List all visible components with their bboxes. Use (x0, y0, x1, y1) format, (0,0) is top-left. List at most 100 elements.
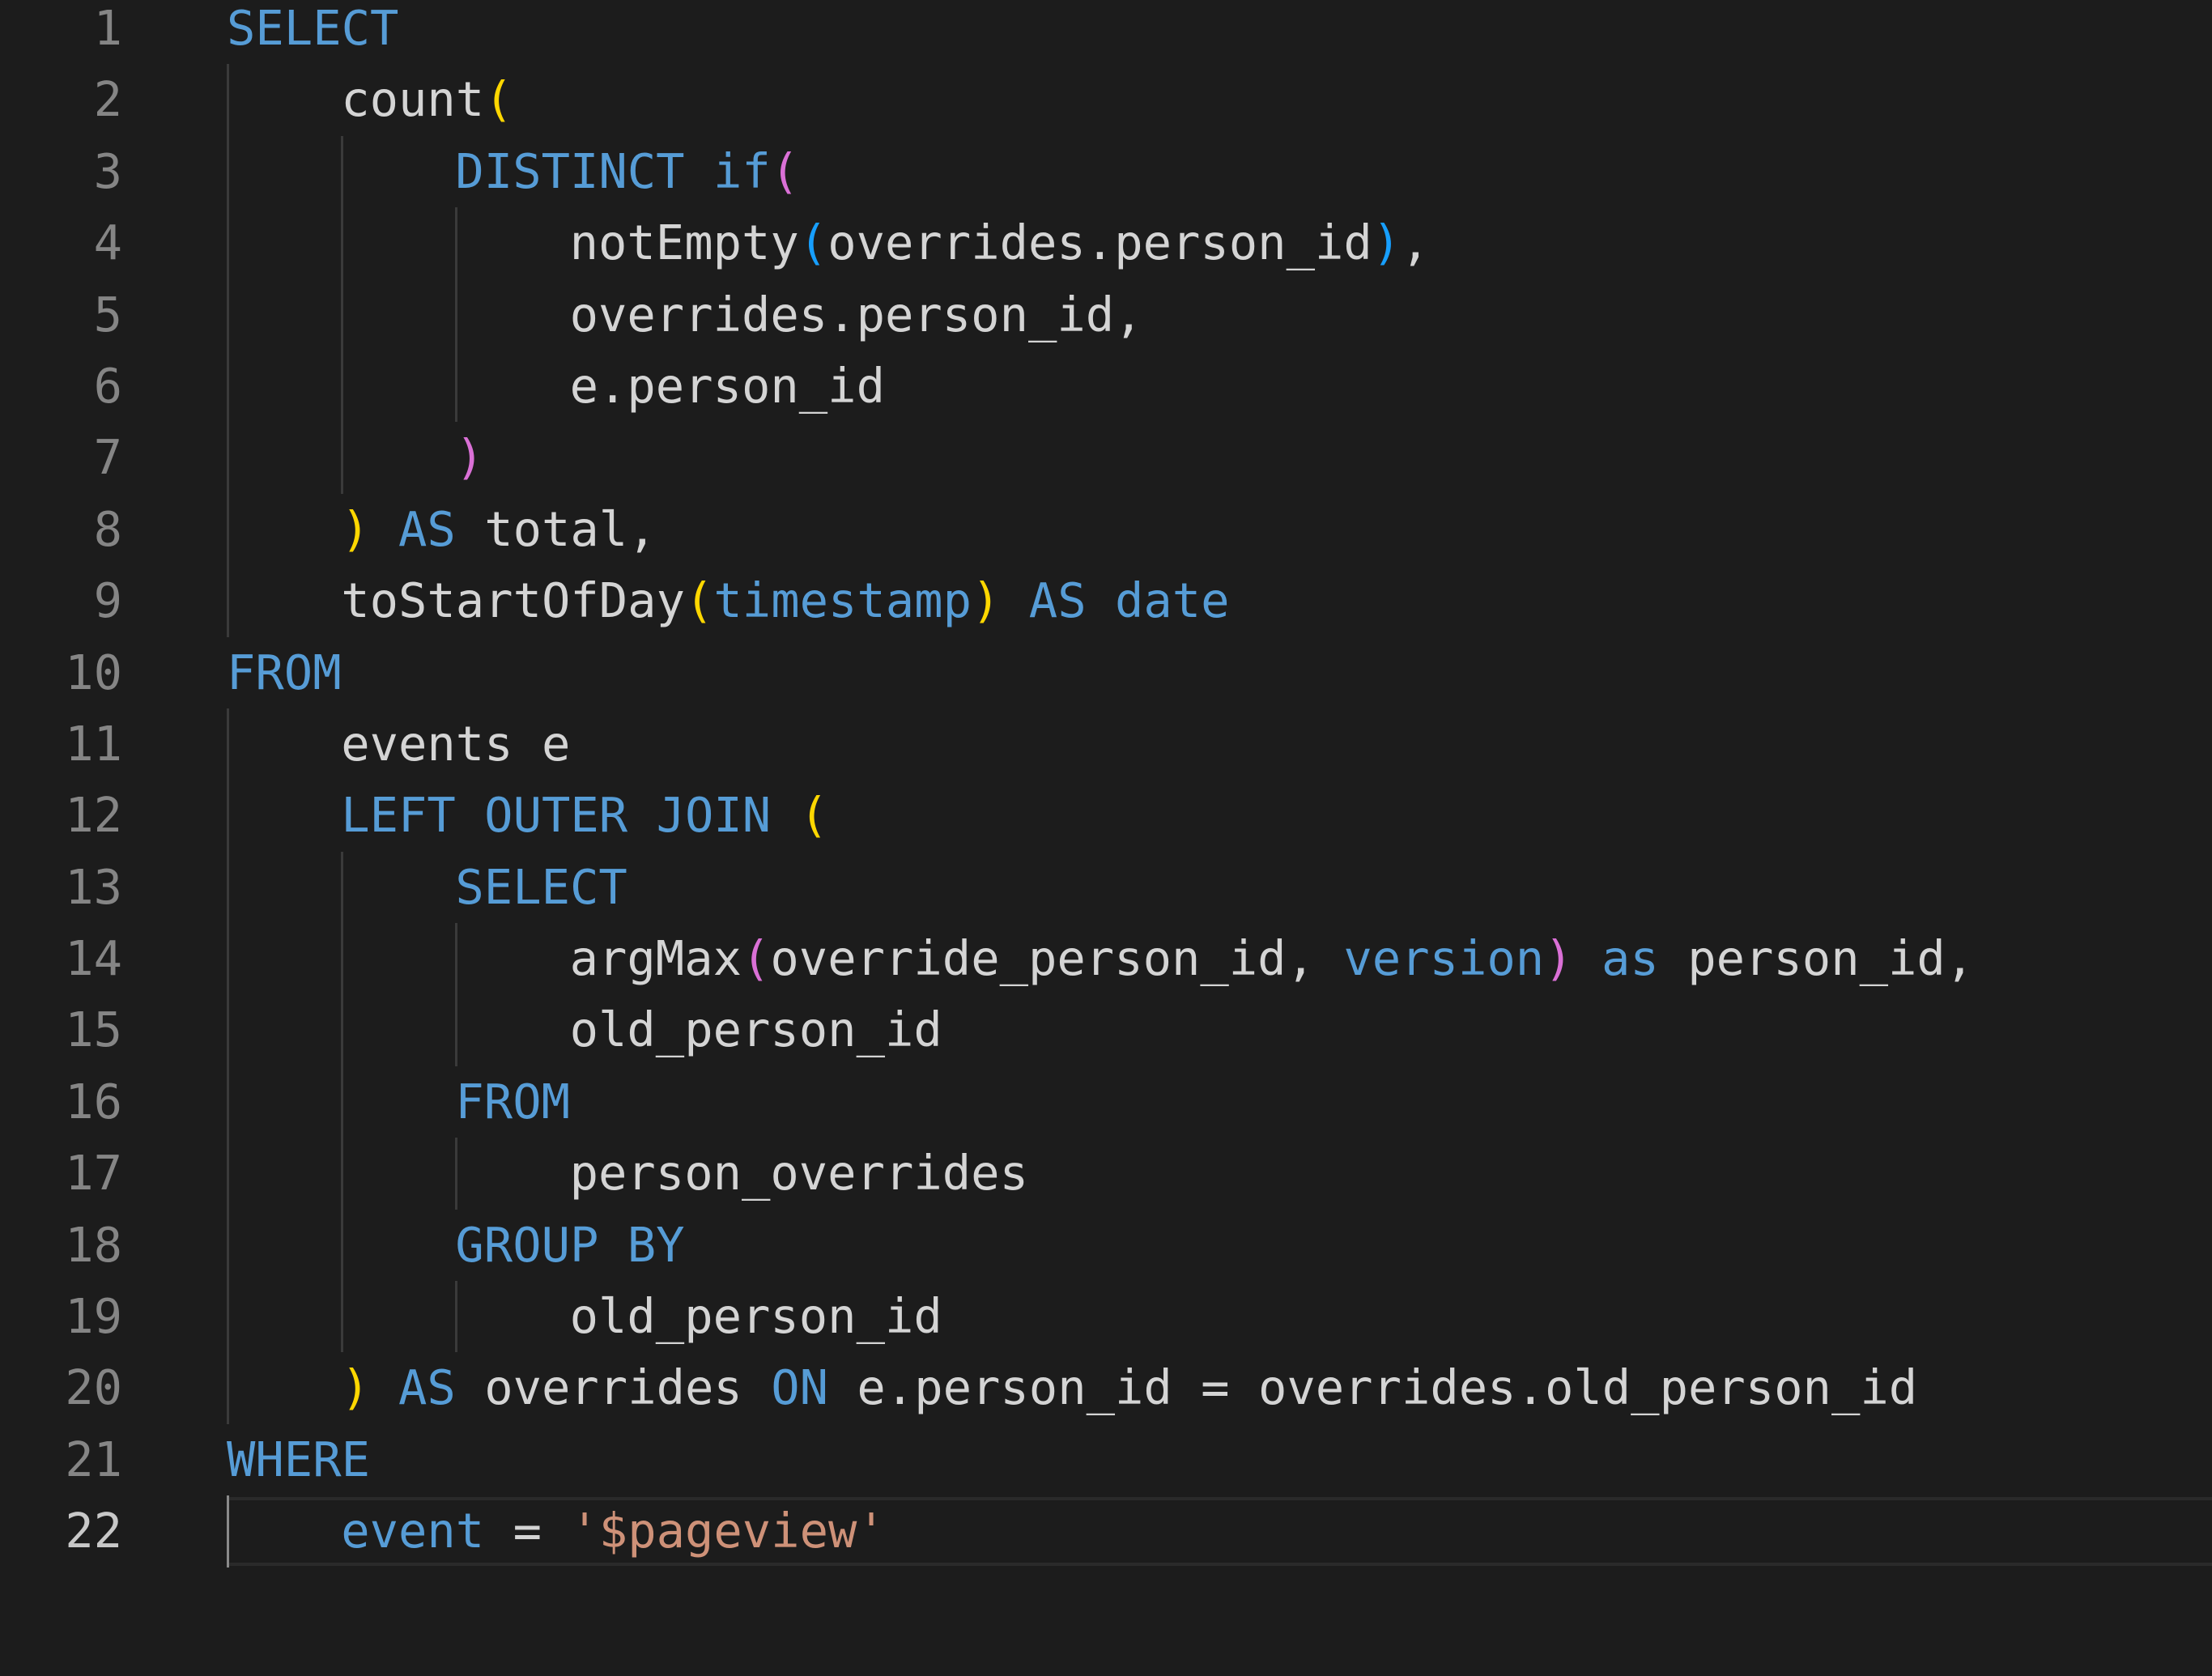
line-number[interactable]: 5 (0, 279, 122, 351)
line-code: argMax(override_person_id, version) as p… (570, 923, 1975, 994)
line-number[interactable]: 11 (0, 708, 122, 780)
code-token: ) (971, 572, 1001, 629)
code-line[interactable]: 5 overrides.person_id, (0, 279, 2212, 351)
indent-guide (341, 1281, 344, 1353)
indent-guide (455, 207, 458, 279)
code-line[interactable]: 17 person_overrides (0, 1138, 2212, 1210)
line-number[interactable]: 17 (0, 1138, 122, 1209)
indent-guide (227, 1495, 229, 1568)
line-number[interactable]: 1 (0, 0, 122, 64)
code-line[interactable]: 19 old_person_id (0, 1281, 2212, 1353)
code-line[interactable]: 11 events e (0, 708, 2212, 781)
code-line[interactable]: 15 old_person_id (0, 994, 2212, 1066)
line-code: WHERE (227, 1424, 370, 1495)
code-line[interactable]: 1 SELECT (0, 0, 2212, 64)
code-token: overrides.person_id (827, 215, 1372, 271)
code-token: DISTINCT if (455, 143, 771, 199)
code-line[interactable]: 12 LEFT OUTER JOIN ( (0, 780, 2212, 852)
code-token: ) (1544, 930, 1573, 987)
code-token: WHERE (227, 1431, 370, 1487)
code-line[interactable]: 8) AS total, (0, 493, 2212, 566)
code-token: ) (1372, 215, 1402, 271)
line-number[interactable]: 13 (0, 852, 122, 923)
indent-guide (227, 493, 229, 566)
line-number[interactable]: 16 (0, 1066, 122, 1138)
line-code: SELECT (455, 852, 627, 923)
line-number[interactable]: 15 (0, 994, 122, 1066)
line-number[interactable]: 12 (0, 780, 122, 851)
code-line[interactable]: 13 SELECT (0, 851, 2212, 924)
code-token: ) (455, 429, 484, 486)
code-line[interactable]: 22 event = '$pageview' (0, 1495, 2212, 1568)
code-token: ) (341, 500, 370, 557)
line-code: events e (341, 708, 570, 780)
code-line[interactable]: 9 toStartOfDay(timestamp) AS date (0, 565, 2212, 637)
indent-guide (227, 565, 229, 637)
code-token: , (1401, 215, 1430, 271)
line-number[interactable]: 3 (0, 136, 122, 207)
indent-guide (227, 851, 229, 924)
code-token: timestamp (713, 572, 972, 629)
line-code: e.person_id (570, 351, 885, 422)
line-code: ) (455, 422, 483, 493)
line-number[interactable]: 21 (0, 1424, 122, 1495)
code-token: overrides.person_id, (569, 286, 1143, 342)
code-line[interactable]: 21 WHERE (0, 1424, 2212, 1495)
code-token: SELECT (227, 0, 399, 56)
code-token: = (484, 1503, 571, 1559)
code-line[interactable]: 20) AS overrides ON e.person_id = overri… (0, 1352, 2212, 1424)
indent-guide (227, 1209, 229, 1282)
indent-guide (227, 207, 229, 279)
code-token: count (341, 71, 485, 128)
code-token: SELECT (455, 858, 627, 915)
code-token: e.person_id (569, 357, 885, 414)
code-line[interactable]: 10 FROM (0, 637, 2212, 708)
indent-guide (455, 994, 458, 1066)
line-number[interactable]: 8 (0, 494, 122, 565)
code-line[interactable]: 2 count( (0, 64, 2212, 136)
code-token: '$pageview' (570, 1503, 886, 1559)
code-token: person_overrides (569, 1145, 1028, 1202)
code-line[interactable]: 18 GROUP BY (0, 1209, 2212, 1282)
code-line[interactable]: 4 notEmpty(overrides.person_id), (0, 207, 2212, 279)
line-number[interactable]: 19 (0, 1281, 122, 1352)
code-line[interactable]: 7) (0, 422, 2212, 494)
code-token: ) (341, 1359, 370, 1416)
code-token: events e (341, 715, 571, 772)
code-token: ( (684, 572, 714, 629)
line-code: SELECT (227, 0, 398, 64)
code-token: AS (369, 500, 456, 557)
line-number[interactable]: 10 (0, 637, 122, 708)
line-number[interactable]: 20 (0, 1352, 122, 1423)
code-token: AS date (1000, 572, 1230, 629)
line-code: overrides.person_id, (570, 279, 1143, 351)
indent-guide (455, 1138, 458, 1210)
code-line[interactable]: 6 e.person_id (0, 350, 2212, 423)
code-token: as (1572, 930, 1659, 987)
indent-guide (341, 135, 344, 208)
line-code: FROM (227, 637, 342, 708)
code-line[interactable]: 16 FROM (0, 1066, 2212, 1138)
indent-guide (227, 780, 229, 852)
line-number[interactable]: 2 (0, 64, 122, 135)
indent-guide (455, 279, 458, 351)
line-number[interactable]: 6 (0, 351, 122, 422)
code-token: ON (771, 1359, 828, 1416)
code-token: ( (484, 71, 513, 128)
indent-guide (227, 923, 229, 995)
code-line[interactable]: 3 DISTINCT if( (0, 135, 2212, 208)
line-number[interactable]: 18 (0, 1210, 122, 1281)
line-number[interactable]: 7 (0, 422, 122, 493)
indent-guide (227, 279, 229, 351)
code-token: old_person_id (569, 1288, 942, 1345)
line-code: old_person_id (570, 1281, 942, 1352)
code-editor[interactable]: 1 SELECT 2 count(3 DISTINCT if(4 notEmpty(ove… (0, 0, 2212, 1568)
line-number[interactable]: 9 (0, 565, 122, 636)
code-token: toStartOfDay (341, 572, 685, 629)
line-number[interactable]: 4 (0, 207, 122, 279)
line-code: GROUP BY (455, 1210, 684, 1281)
line-number[interactable]: 14 (0, 923, 122, 994)
code-line[interactable]: 14 argMax(override_person_id, version) as… (0, 923, 2212, 995)
code-token: old_person_id (569, 1002, 942, 1058)
line-number[interactable]: 22 (0, 1495, 122, 1567)
